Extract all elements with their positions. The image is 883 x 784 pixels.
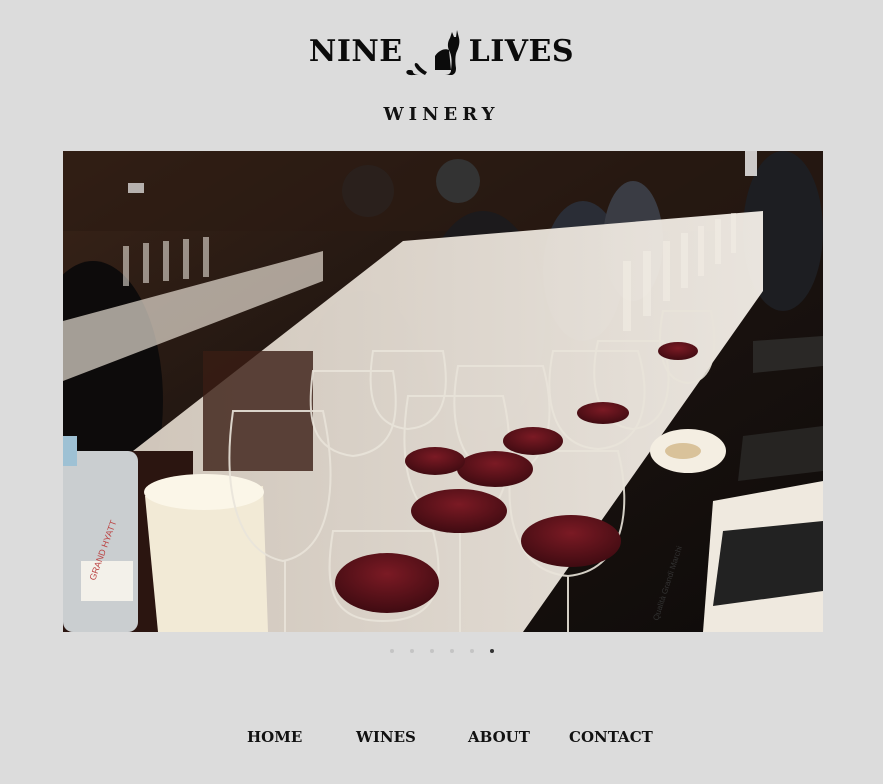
nav-about[interactable]: ABOUT <box>468 728 530 746</box>
slider-dot-6[interactable] <box>489 649 494 653</box>
main-nav: HOME WINES ABOUT CONTACT <box>0 728 883 750</box>
site-logo[interactable]: NINE LIVES <box>0 26 883 80</box>
slider-dot-2[interactable] <box>409 649 414 653</box>
nav-home[interactable]: HOME <box>247 728 302 746</box>
logo-word-nine: NINE <box>308 34 403 69</box>
slider-dot-1[interactable] <box>389 649 394 653</box>
slider-dot-3[interactable] <box>429 649 434 653</box>
slider-dot-4[interactable] <box>449 649 454 653</box>
tagline: WINERY <box>383 104 500 125</box>
cat-icon <box>405 26 463 76</box>
slide-image: GRAND HYATT Qualità Grandi Marchi <box>63 151 823 632</box>
hero-slider[interactable]: GRAND HYATT Qualità Grandi Marchi <box>63 151 823 632</box>
logo-word-lives: LIVES <box>468 34 575 69</box>
nav-wines[interactable]: WINES <box>356 728 416 746</box>
slider-dot-5[interactable] <box>469 649 474 653</box>
nav-contact[interactable]: CONTACT <box>569 728 653 746</box>
slider-dots <box>0 649 883 653</box>
